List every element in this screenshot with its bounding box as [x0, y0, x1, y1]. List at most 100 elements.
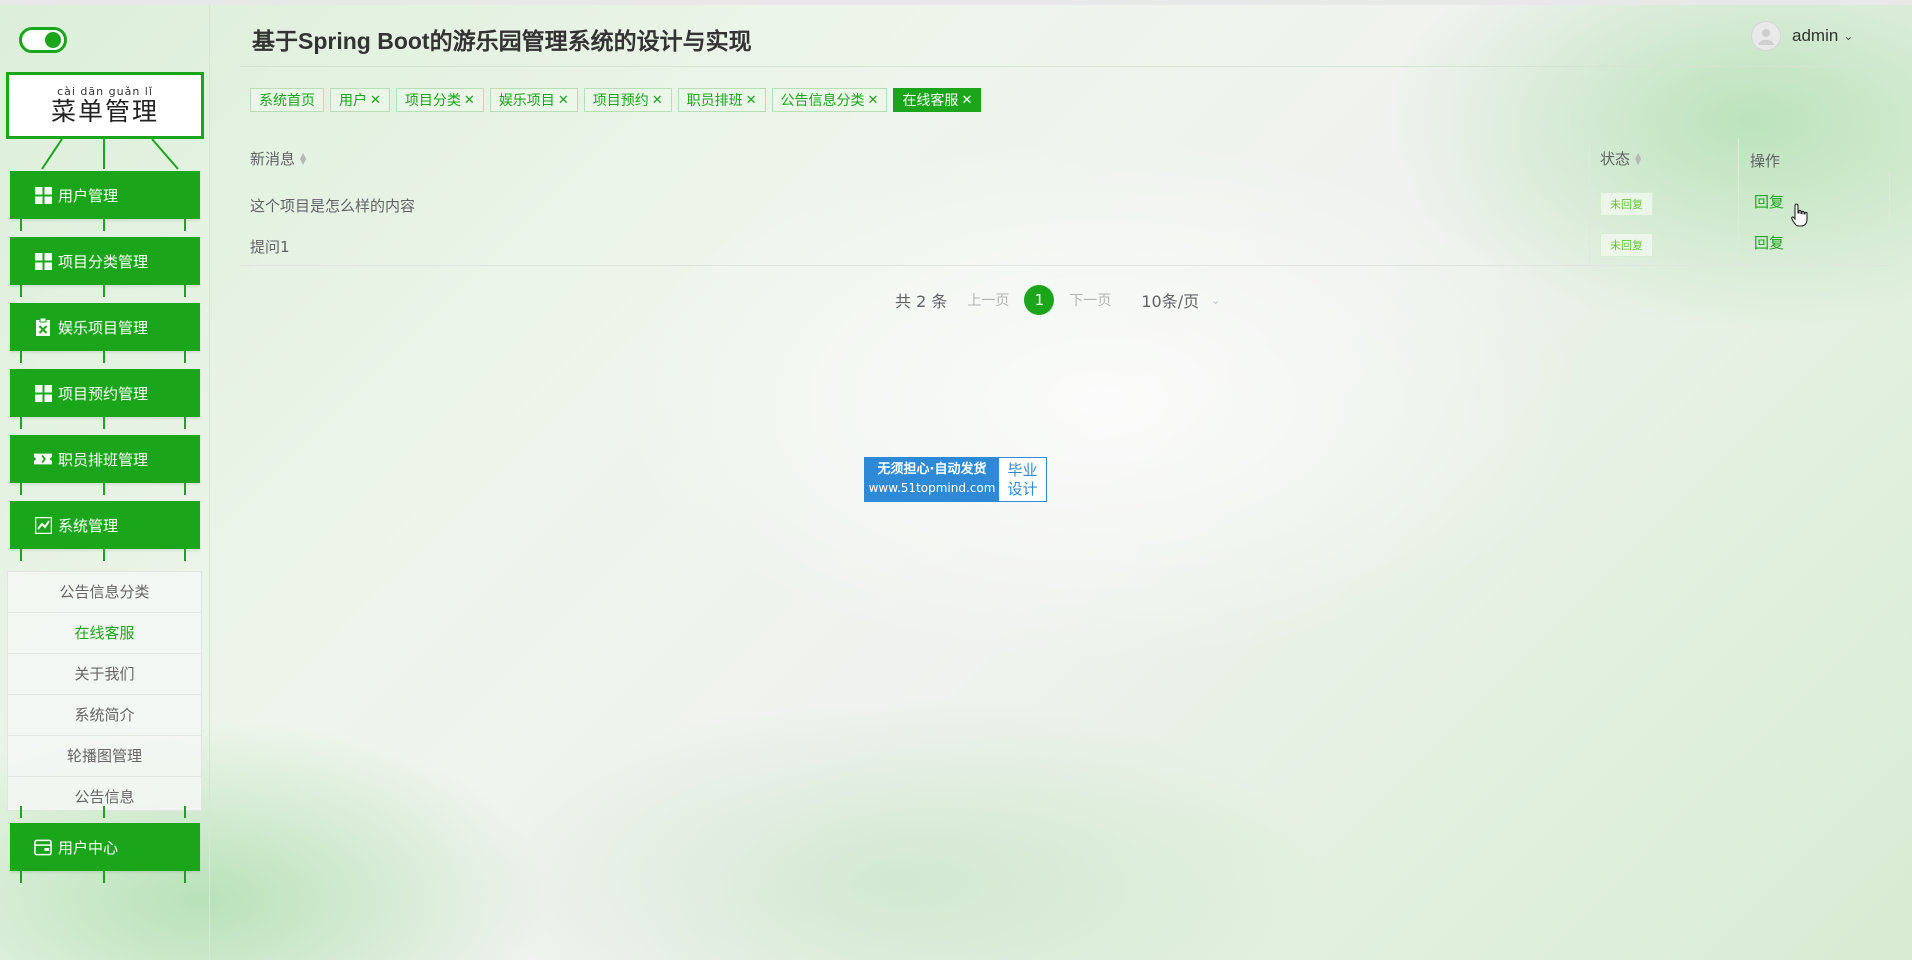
tab-label: 娱乐项目	[498, 93, 555, 109]
pagination-total: 共 2 条	[895, 292, 948, 311]
reply-button[interactable]: 回复	[1754, 232, 1784, 253]
submenu-item-notice-category[interactable]: 公告信息分类	[8, 572, 201, 613]
chevron-down-icon: ⌄	[1843, 29, 1854, 43]
sort-icon[interactable]: ▲ ▼	[1635, 151, 1641, 165]
menu-ticks	[10, 871, 200, 883]
menu-ticks	[10, 483, 200, 495]
sidebar-item-category-management[interactable]: 项目分类管理	[10, 237, 200, 285]
tab-label: 公告信息分类	[780, 93, 865, 109]
hand-cursor-icon	[1791, 203, 1808, 227]
menu-ticks	[10, 549, 200, 561]
tab-label: 项目分类	[404, 93, 461, 109]
grid-icon	[34, 186, 52, 204]
watermark-badge: 无须担心·自动发货 www.51topmind.com 毕业 设计	[864, 457, 1047, 502]
close-icon[interactable]: ✕	[464, 93, 475, 108]
menu-title: 菜单管理	[50, 97, 159, 126]
column-header-actions: 操作	[1750, 150, 1780, 171]
avatar	[1751, 21, 1781, 51]
sidebar-item-label: 娱乐项目管理	[58, 318, 149, 337]
toggle-knob	[45, 32, 61, 48]
column-divider	[1738, 138, 1739, 265]
column-header-label: 新消息	[250, 150, 296, 168]
sidebar-item-user-management[interactable]: 用户管理	[10, 171, 200, 219]
tab-label: 系统首页	[259, 93, 315, 109]
tab-label: 职员排班	[686, 93, 743, 109]
pagination: 共 2 条 上一页 1 下一页 10条/页 ⌄	[895, 285, 1220, 315]
submenu-item-system-intro[interactable]: 系统简介	[8, 695, 201, 736]
ticket-icon	[34, 450, 52, 468]
chart-icon	[34, 516, 52, 534]
close-icon[interactable]: ✕	[558, 93, 569, 108]
table-row-message: 提问1	[250, 238, 290, 256]
page-title: 基于Spring Boot的游乐园管理系统的设计与实现	[252, 28, 752, 54]
page-size-select[interactable]: 10条/页 ⌄	[1141, 288, 1220, 312]
submenu-item-about-us[interactable]: 关于我们	[8, 654, 201, 695]
watermark-line1: 无须担心·自动发货	[877, 462, 987, 477]
sidebar-item-label: 项目预约管理	[58, 384, 149, 403]
header-divider	[240, 66, 1890, 67]
close-icon[interactable]: ✕	[370, 93, 381, 108]
tab-attraction[interactable]: 娱乐项目 ✕	[489, 88, 578, 112]
column-divider	[1889, 172, 1890, 228]
watermark-left: 无须担心·自动发货 www.51topmind.com	[865, 458, 999, 501]
prev-page-button[interactable]: 上一页	[967, 290, 1009, 310]
system-submenu: 公告信息分类 在线客服 关于我们 系统简介 轮播图管理 公告信息	[7, 571, 202, 811]
tab-label: 在线客服	[902, 93, 959, 109]
sidebar-item-label: 项目分类管理	[58, 252, 149, 271]
close-icon[interactable]: ✕	[746, 93, 757, 108]
status-badge: 未回复	[1600, 233, 1653, 257]
username: admin	[1792, 26, 1839, 45]
menu-ticks	[10, 219, 200, 231]
tab-label: 项目预约	[592, 93, 649, 109]
tab-schedule[interactable]: 职员排班 ✕	[677, 88, 766, 112]
close-icon[interactable]: ✕	[961, 93, 972, 108]
tab-notice-category[interactable]: 公告信息分类 ✕	[771, 88, 888, 112]
sidebar-item-attraction-management[interactable]: 娱乐项目管理	[10, 303, 200, 351]
tab-user[interactable]: 用户 ✕	[330, 88, 390, 112]
collapse-toggle[interactable]	[19, 27, 67, 53]
next-page-button[interactable]: 下一页	[1069, 290, 1111, 310]
sidebar-item-label: 职员排班管理	[58, 450, 149, 469]
tab-bar: 系统首页 用户 ✕ 项目分类 ✕ 娱乐项目 ✕ 项目预约 ✕ 职员排班 ✕ 公告信息分类 ✕…	[250, 88, 987, 112]
page-size-value: 10条/页	[1141, 292, 1200, 311]
sidebar-item-system-management[interactable]: 系统管理	[10, 501, 200, 549]
sidebar-item-label: 系统管理	[58, 516, 119, 535]
tab-category[interactable]: 项目分类 ✕	[395, 88, 484, 112]
message-table: 新消息 ▲ ▼ 状态 ▲ ▼ 操作 这个项目是怎么样的内容 未回复 回复 提问1 未…	[240, 138, 1890, 266]
column-divider	[1589, 138, 1590, 265]
sidebar-item-label: 用户管理	[58, 186, 119, 205]
menu-title-box: cài dān guǎn lǐ 菜单管理	[6, 72, 204, 139]
sidebar-item-reservation-management[interactable]: 项目预约管理	[10, 369, 200, 417]
tab-online-service[interactable]: 在线客服 ✕	[893, 88, 982, 112]
watermark-url: www.51topmind.com	[868, 481, 996, 495]
menu-ticks	[10, 285, 200, 297]
menu-ticks	[10, 806, 200, 818]
tab-home[interactable]: 系统首页	[250, 88, 324, 112]
watermark-right-top: 毕业	[1007, 461, 1038, 479]
column-header-status[interactable]: 状态 ▲ ▼	[1600, 148, 1641, 169]
column-header-label: 操作	[1750, 152, 1781, 170]
menu-ticks	[10, 351, 200, 363]
menu-ticks	[10, 417, 200, 429]
sidebar: cài dān guǎn lǐ 菜单管理 用户管理 项目分类管理 娱乐项目管理 …	[0, 5, 210, 960]
wallet-icon	[34, 838, 52, 856]
sidebar-item-schedule-management[interactable]: 职员排班管理	[10, 435, 200, 483]
tab-label: 用户	[339, 93, 367, 109]
reply-button[interactable]: 回复	[1754, 191, 1784, 212]
sidebar-item-user-center[interactable]: 用户中心	[10, 823, 200, 871]
watermark-right: 毕业 设计	[999, 458, 1046, 501]
close-icon[interactable]: ✕	[652, 93, 663, 108]
tab-reservation[interactable]: 项目预约 ✕	[583, 88, 672, 112]
close-icon[interactable]: ✕	[868, 93, 879, 108]
grid-icon	[34, 384, 52, 402]
sort-icon[interactable]: ▲ ▼	[300, 151, 306, 165]
submenu-item-online-service[interactable]: 在线客服	[8, 613, 201, 654]
watermark-right-bottom: 设计	[1007, 480, 1038, 498]
grid-icon	[34, 252, 52, 270]
column-header-label: 状态	[1600, 150, 1631, 168]
submenu-item-carousel[interactable]: 轮播图管理	[8, 736, 201, 777]
page-number-current[interactable]: 1	[1024, 285, 1055, 315]
column-header-message[interactable]: 新消息 ▲ ▼	[250, 148, 306, 169]
table-row-message: 这个项目是怎么样的内容	[250, 197, 416, 215]
user-menu[interactable]: admin ⌄	[1751, 21, 1853, 51]
